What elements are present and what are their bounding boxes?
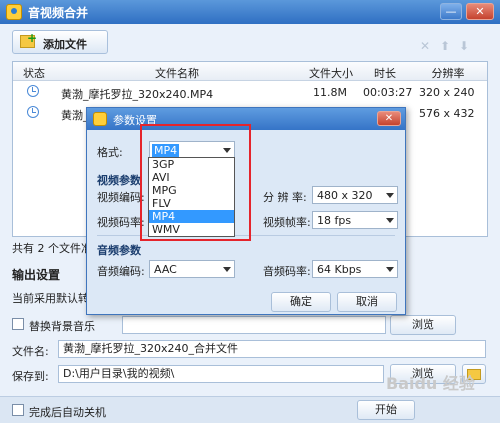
ok-button[interactable]: 确定 [271,292,331,312]
cancel-button[interactable]: 取消 [337,292,397,312]
resolution-value: 480 x 320 [317,189,373,202]
title-bar: 音视频合并 — ✕ [0,0,500,24]
audio-codec-select[interactable]: AAC [149,260,235,278]
resolution-select[interactable]: 480 x 320 [312,186,398,204]
video-bitrate-label: 视频码率: [97,216,145,229]
audio-params-heading: 音频参数 [97,244,141,257]
filename-label: 文件名: [12,345,49,358]
delete-icon[interactable]: ✕ [420,39,430,53]
column-header-duration[interactable]: 时长 [357,65,413,81]
chevron-down-icon [386,218,394,223]
bg-music-path-field[interactable] [122,316,386,334]
audio-codec-label: 音频编码: [97,265,145,278]
column-header-filename[interactable]: 文件名称 [49,65,305,81]
chevron-down-icon [386,193,394,198]
framerate-value: 18 fps [317,214,352,227]
audio-codec-value: AAC [154,263,177,276]
format-label: 格式: [97,146,123,159]
window-title: 音视频合并 [28,6,89,20]
chevron-down-icon [223,267,231,272]
baidu-watermark: Baidu 经验 [386,374,475,393]
output-settings-title: 输出设置 [12,268,61,282]
dialog-close-button[interactable]: ✕ [377,111,401,126]
arrow-down-icon[interactable]: ⬇ [459,39,469,53]
arrow-up-icon[interactable]: ⬆ [440,39,450,53]
replace-bg-music-label: 替换背景音乐 [29,320,95,333]
minimize-button[interactable]: — [440,3,462,20]
dialog-app-icon [93,112,107,126]
column-header-status[interactable]: 状态 [19,65,49,81]
browse-music-button[interactable]: 浏览 [390,315,456,335]
table-row[interactable]: 黄渤_摩托罗拉_320x240.MP4 11.8M 00:03:27 320 x… [13,82,487,102]
filename-input[interactable]: 黄渤_摩托罗拉_320x240_合并文件 [58,340,486,358]
highlight-annotation-box [140,124,251,241]
file-name: 黄渤_摩托罗拉_320x240.MP4 [61,88,214,101]
auto-shutdown-label: 完成后自动关机 [29,406,106,419]
add-file-label: 添加文件 [43,38,87,51]
add-folder-icon [20,31,37,48]
saveto-input[interactable]: D:\用户目录\我的视频\ [58,365,384,383]
table-header: 状态 文件名称 文件大小 时长 分辨率 [13,62,487,81]
framerate-select[interactable]: 18 fps [312,211,398,229]
close-button[interactable]: ✕ [466,3,494,20]
video-codec-label: 视频编码: [97,191,145,204]
file-duration: 00:03:27 [363,86,413,99]
clock-icon [27,106,39,118]
resolution-label: 分 辨 率: [263,191,307,204]
replace-bg-music-checkbox[interactable] [12,318,24,330]
column-header-size[interactable]: 文件大小 [305,65,357,81]
chevron-down-icon [386,267,394,272]
clock-icon [27,85,39,97]
framerate-label: 视频帧率: [263,216,311,229]
file-resolution: 320 x 240 [419,86,475,99]
column-header-resolution[interactable]: 分辨率 [413,65,483,81]
saveto-label: 保存到: [12,370,49,383]
add-file-button[interactable]: 添加文件 [12,30,108,54]
audio-bitrate-value: 64 Kbps [317,263,362,276]
audio-bitrate-label: 音频码率: [263,265,311,278]
file-size: 11.8M [313,86,347,99]
file-count-status: 共有 2 个文件准 [12,242,92,255]
file-resolution: 576 x 432 [419,107,475,120]
app-icon [6,4,22,20]
video-params-heading: 视频参数 [97,174,141,187]
auto-shutdown-checkbox[interactable] [12,404,24,416]
audio-bitrate-select[interactable]: 64 Kbps [312,260,398,278]
